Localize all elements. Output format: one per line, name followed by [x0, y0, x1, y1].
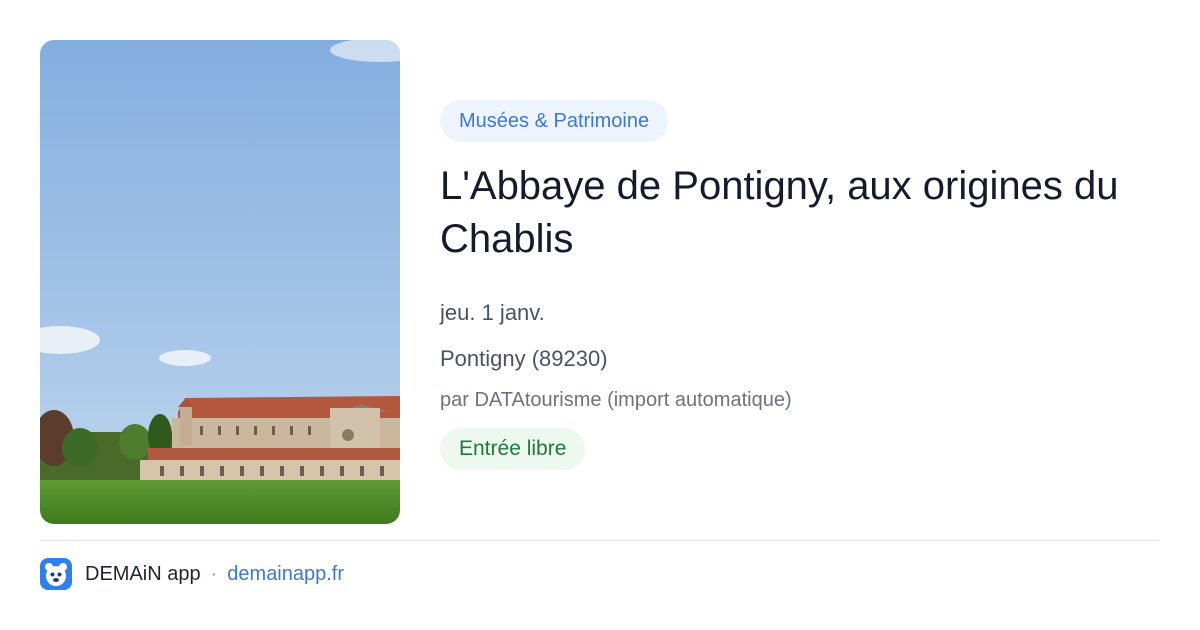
event-title[interactable]: L'Abbaye de Pontigny, aux origines du Ch… [440, 160, 1140, 266]
footer: DEMAiN app · demainapp.fr [40, 558, 344, 590]
event-author: par DATAtourisme (import automatique) [440, 389, 792, 411]
app-name: DEMAiN app [85, 562, 201, 585]
category-badge[interactable]: Musées & Patrimoine [440, 100, 669, 142]
price-badge: Entrée libre [440, 428, 586, 470]
separator-dot: · [210, 562, 218, 585]
event-location: Pontigny (89230) [440, 346, 608, 371]
app-url-link[interactable]: demainapp.fr [227, 563, 344, 586]
event-image[interactable] [40, 40, 400, 524]
demain-app-icon[interactable] [40, 558, 72, 590]
footer-divider [40, 540, 1160, 541]
abbey-photo [40, 40, 400, 524]
event-details: Musées & Patrimoine L'Abbaye de Pontigny… [440, 100, 1160, 470]
event-date: jeu. 1 janv. [440, 300, 545, 325]
